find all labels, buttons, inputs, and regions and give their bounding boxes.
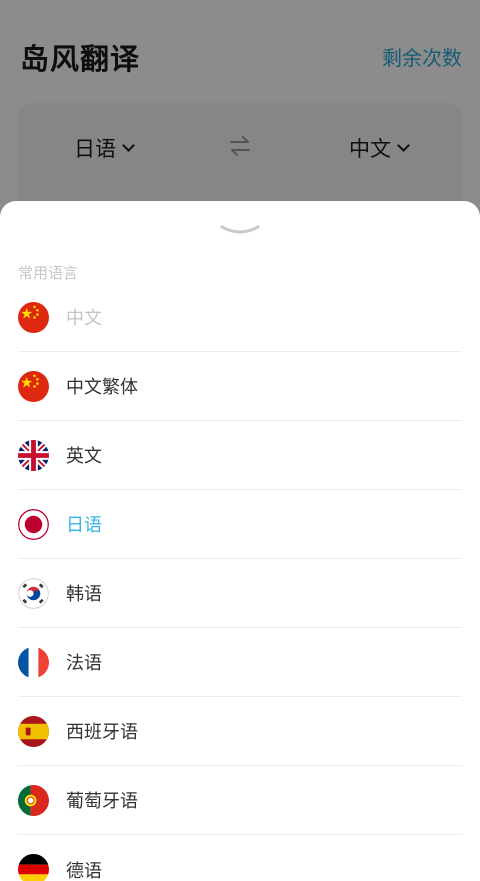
language-label: 中文 bbox=[66, 308, 102, 329]
germany-flag-icon bbox=[18, 854, 49, 881]
language-list: 中文 中文繁体 英文 日语 韩语 法语 西班牙语 葡萄牙语 德语 bbox=[18, 283, 462, 881]
china-flag-icon bbox=[18, 301, 49, 333]
france-flag-icon bbox=[18, 646, 49, 678]
language-label: 韩语 bbox=[66, 584, 102, 605]
uk-flag-icon bbox=[18, 439, 49, 471]
language-label: 德语 bbox=[66, 860, 102, 881]
spain-flag-icon bbox=[18, 715, 49, 747]
language-label: 法语 bbox=[66, 653, 102, 674]
language-bottom-sheet: 常用语言 中文 中文繁体 英文 日语 韩语 法语 西班牙语 葡萄牙语 德语 bbox=[0, 201, 480, 881]
language-label: 中文繁体 bbox=[66, 377, 138, 398]
language-item-german[interactable]: 德语 bbox=[18, 835, 462, 881]
language-item-french[interactable]: 法语 bbox=[18, 628, 462, 697]
language-item-chinese[interactable]: 中文 bbox=[18, 283, 462, 352]
china-flag-icon bbox=[18, 370, 49, 402]
section-title: 常用语言 bbox=[18, 264, 79, 282]
language-item-spanish[interactable]: 西班牙语 bbox=[18, 697, 462, 766]
language-label: 英文 bbox=[66, 446, 102, 467]
collapse-handle-icon[interactable] bbox=[220, 223, 260, 237]
language-item-traditional-chinese[interactable]: 中文繁体 bbox=[18, 352, 462, 421]
language-item-english[interactable]: 英文 bbox=[18, 421, 462, 490]
language-item-portuguese[interactable]: 葡萄牙语 bbox=[18, 766, 462, 835]
japan-flag-icon bbox=[18, 508, 49, 540]
language-label: 葡萄牙语 bbox=[66, 791, 138, 812]
portugal-flag-icon bbox=[18, 784, 49, 816]
language-label: 西班牙语 bbox=[66, 722, 138, 743]
korea-flag-icon bbox=[18, 577, 49, 609]
language-item-japanese[interactable]: 日语 bbox=[18, 490, 462, 559]
language-item-korean[interactable]: 韩语 bbox=[18, 559, 462, 628]
language-label: 日语 bbox=[66, 515, 102, 536]
